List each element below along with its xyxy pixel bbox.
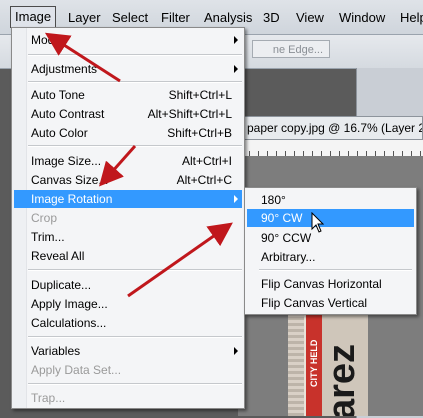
menu-item-adjustments[interactable]: Adjustments — [14, 60, 242, 78]
submenu-item-label: 90° CW — [261, 211, 303, 225]
submenu-item-label: 90° CCW — [261, 231, 312, 245]
submenu-item-arbitrary[interactable]: Arbitrary... — [247, 248, 414, 266]
menu-item-label: Apply Image... — [31, 297, 108, 311]
menu-item-apply-image[interactable]: Apply Image... — [14, 295, 242, 313]
menu-item-label: Auto Color — [31, 126, 88, 140]
document-photo: CITY HELD arez — [288, 314, 368, 416]
submenu-item-flip-vertical[interactable]: Flip Canvas Vertical — [247, 294, 414, 312]
submenu-item-flip-horizontal[interactable]: Flip Canvas Horizontal — [247, 275, 414, 293]
menu-item-label: Adjustments — [31, 62, 98, 76]
menu-item-image-size[interactable]: Image Size... Alt+Ctrl+I — [14, 152, 242, 170]
menu-item-auto-tone[interactable]: Auto Tone Shift+Ctrl+L — [14, 86, 242, 104]
menu-item-auto-contrast[interactable]: Auto Contrast Alt+Shift+Ctrl+L — [14, 105, 242, 123]
menu-3d[interactable]: 3D — [263, 10, 280, 25]
submenu-item-90-ccw[interactable]: 90° CCW — [247, 229, 414, 247]
image-menu: Mode Adjustments Auto Tone Shift+Ctrl+L A… — [11, 27, 245, 409]
menu-item-trim[interactable]: Trim... — [14, 228, 242, 246]
menu-item-image-rotation[interactable]: Image Rotation — [14, 190, 242, 208]
photo-headline: arez — [321, 343, 363, 416]
menu-separator — [28, 54, 242, 56]
menu-shortcut: Shift+Ctrl+L — [168, 88, 232, 102]
menu-item-label: Mode — [31, 33, 62, 47]
image-rotation-submenu: 180° 90° CW 90° CCW Arbitrary... Flip Ca… — [244, 187, 417, 315]
menu-item-label: Image Size... — [31, 154, 102, 168]
menu-item-auto-color[interactable]: Auto Color Shift+Ctrl+B — [14, 124, 242, 142]
menu-item-label: Canvas Size... — [31, 173, 109, 187]
document-tab[interactable]: paper copy.jpg @ 16.7% (Layer 2, R — [222, 116, 423, 140]
menu-select[interactable]: Select — [112, 10, 148, 25]
menu-filter[interactable]: Filter — [161, 10, 190, 25]
menu-analysis[interactable]: Analysis — [204, 10, 252, 25]
menu-shortcut: Alt+Ctrl+C — [176, 173, 232, 187]
refine-edge-button[interactable]: ne Edge... — [252, 40, 330, 58]
menu-shortcut: Shift+Ctrl+B — [167, 126, 232, 140]
menu-separator — [28, 383, 242, 385]
menu-separator — [28, 145, 242, 147]
menu-help[interactable]: Help — [400, 10, 423, 25]
submenu-item-label: Flip Canvas Horizontal — [261, 277, 382, 291]
menu-item-label: Trap... — [31, 391, 66, 405]
menu-item-reveal-all[interactable]: Reveal All — [14, 247, 242, 265]
horizontal-ruler — [222, 140, 423, 157]
menu-item-mode[interactable]: Mode — [14, 31, 242, 49]
submenu-item-180[interactable]: 180° — [247, 191, 414, 209]
submenu-arrow-icon — [234, 195, 238, 203]
submenu-arrow-icon — [234, 36, 238, 44]
menu-separator — [28, 269, 242, 271]
menu-separator — [259, 269, 412, 271]
menu-item-apply-data-set: Apply Data Set... — [14, 361, 242, 379]
menu-item-canvas-size[interactable]: Canvas Size... Alt+Ctrl+C — [14, 171, 242, 189]
menu-image[interactable]: Image — [10, 6, 57, 28]
menu-item-label: Variables — [31, 344, 81, 358]
menu-separator — [28, 336, 242, 338]
menu-item-label: Auto Contrast — [31, 107, 105, 121]
menu-item-label: Reveal All — [31, 249, 85, 263]
menu-item-crop: Crop — [14, 209, 242, 227]
menu-separator — [28, 81, 242, 83]
submenu-item-label: 180° — [261, 193, 286, 207]
menu-item-duplicate[interactable]: Duplicate... — [14, 276, 242, 294]
menu-shortcut: Alt+Shift+Ctrl+L — [147, 107, 232, 121]
mouse-cursor-icon — [311, 212, 325, 233]
menu-item-variables[interactable]: Variables — [14, 342, 242, 360]
menu-item-label: Image Rotation — [31, 192, 113, 206]
menu-window[interactable]: Window — [339, 10, 385, 25]
photo-newsprint — [288, 314, 304, 416]
menu-view[interactable]: View — [296, 10, 324, 25]
menu-item-calculations[interactable]: Calculations... — [14, 314, 242, 332]
menu-layer[interactable]: Layer — [68, 10, 101, 25]
submenu-item-label: Arbitrary... — [261, 250, 316, 264]
menu-shortcut: Alt+Ctrl+I — [181, 154, 232, 168]
menu-item-label: Duplicate... — [31, 278, 92, 292]
menu-item-label: Auto Tone — [31, 88, 85, 102]
menu-item-label: Calculations... — [31, 316, 107, 330]
menu-item-label: Crop — [31, 211, 58, 225]
submenu-item-label: Flip Canvas Vertical — [261, 296, 368, 310]
photo-strip-text: CITY HELD — [309, 339, 319, 387]
menu-item-label: Apply Data Set... — [31, 363, 122, 377]
menu-item-trap: Trap... — [14, 389, 242, 407]
menu-item-label: Trim... — [31, 230, 65, 244]
submenu-arrow-icon — [234, 65, 238, 73]
submenu-item-90-cw[interactable]: 90° CW — [247, 209, 414, 227]
submenu-arrow-icon — [234, 347, 238, 355]
